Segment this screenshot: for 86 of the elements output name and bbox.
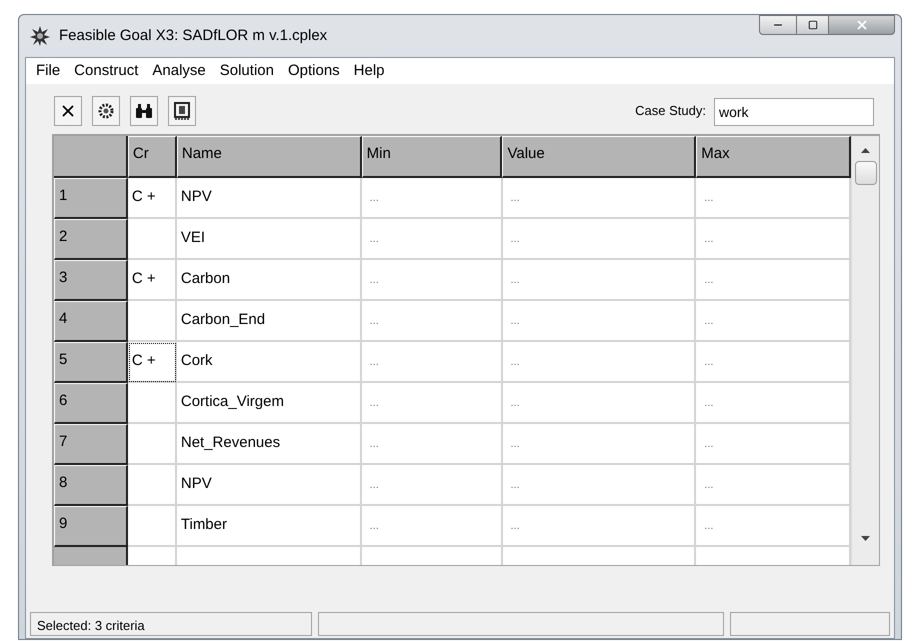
criterion-cell[interactable] <box>128 424 177 465</box>
value-cell: ... <box>502 424 696 465</box>
value-cell: ... <box>502 260 696 301</box>
max-cell: ... <box>696 424 852 465</box>
max-cell: ... <box>696 506 852 547</box>
value-cell: ... <box>502 506 696 547</box>
max-cell: ... <box>696 383 852 424</box>
row-header[interactable]: 7 <box>54 424 128 465</box>
row-header[interactable]: 9 <box>54 506 128 547</box>
criterion-cell[interactable]: C + <box>128 178 177 219</box>
name-cell: Net_Revenues <box>176 424 362 465</box>
name-cell: Carbon <box>176 260 362 301</box>
case-study-field[interactable]: work <box>714 98 874 126</box>
row-header[interactable]: 5 <box>54 342 128 383</box>
value-cell: ... <box>502 219 696 260</box>
film-icon <box>174 102 190 120</box>
menu-item[interactable]: Options <box>282 60 346 82</box>
name-cell: Cork <box>176 342 362 383</box>
criterion-cell[interactable] <box>128 383 177 424</box>
max-cell: ... <box>696 178 852 219</box>
row-header[interactable]: 3 <box>54 260 128 301</box>
criterion-cell[interactable]: C + <box>128 342 177 383</box>
scroll-down-arrow-icon <box>861 536 870 541</box>
menu-item[interactable]: Solution <box>214 60 280 82</box>
min-cell: ... <box>362 342 502 383</box>
criterion-cell[interactable]: C + <box>128 260 177 301</box>
column-header[interactable]: Max <box>696 136 852 178</box>
name-cell: NPV <box>176 178 362 219</box>
case-study-label: Case Study: <box>635 102 706 120</box>
max-cell: ... <box>696 465 852 506</box>
menu-item[interactable]: File <box>30 60 66 82</box>
name-cell: NPV <box>176 465 362 506</box>
criterion-cell[interactable] <box>128 301 177 342</box>
min-cell: ... <box>362 178 502 219</box>
scroll-up-arrow-icon <box>861 148 870 153</box>
close-icon <box>854 18 868 32</box>
max-cell: ... <box>696 219 852 260</box>
toolbar-button[interactable] <box>92 96 120 126</box>
criterion-cell[interactable] <box>128 465 177 506</box>
row-header[interactable]: 2 <box>54 219 128 260</box>
value-cell: ... <box>502 301 696 342</box>
vertical-scrollbar[interactable] <box>851 136 879 565</box>
maximize-button[interactable] <box>797 15 829 35</box>
min-cell: ... <box>362 219 502 260</box>
row-header[interactable]: 6 <box>54 383 128 424</box>
binoculars-icon <box>135 103 153 119</box>
column-header[interactable]: Name <box>176 136 362 178</box>
min-cell: ... <box>362 506 502 547</box>
name-cell: Carbon_End <box>176 301 362 342</box>
menu-item[interactable]: Help <box>348 60 391 82</box>
value-cell: ... <box>502 178 696 219</box>
max-cell: ... <box>696 342 852 383</box>
max-cell: ... <box>696 301 852 342</box>
status-text: Selected: 3 criteria <box>30 612 312 636</box>
criterion-cell[interactable] <box>128 506 177 547</box>
toolbar-button[interactable] <box>54 96 82 126</box>
name-cell: VEI <box>176 219 362 260</box>
criterion-cell[interactable] <box>128 219 177 260</box>
row-header[interactable]: 8 <box>54 465 128 506</box>
value-cell: ... <box>502 465 696 506</box>
window-title: Feasible Goal X3: SADfLOR m v.1.cplex <box>59 26 328 46</box>
name-cell: Cortica_Virgem <box>176 383 362 424</box>
app-star-icon <box>29 25 51 47</box>
name-cell: Timber <box>176 506 362 547</box>
toolbar-button[interactable] <box>130 96 158 126</box>
column-header[interactable]: Min <box>362 136 502 178</box>
maximize-icon <box>808 20 818 30</box>
value-cell: ... <box>502 383 696 424</box>
toolbar-button[interactable] <box>168 96 196 126</box>
min-cell: ... <box>362 260 502 301</box>
column-header[interactable]: Value <box>502 136 696 178</box>
value-cell: ... <box>502 342 696 383</box>
close-button[interactable] <box>829 15 895 35</box>
menu-item[interactable]: Analyse <box>146 60 212 82</box>
scroll-thumb[interactable] <box>854 161 877 185</box>
min-cell: ... <box>362 301 502 342</box>
menu-item[interactable]: Construct <box>68 60 144 82</box>
min-cell: ... <box>362 465 502 506</box>
minimize-button[interactable] <box>759 15 797 35</box>
max-cell: ... <box>696 260 852 301</box>
row-header[interactable]: 1 <box>54 178 128 219</box>
row-header[interactable]: 4 <box>54 301 128 342</box>
column-header[interactable]: Cr <box>128 136 177 178</box>
gear-icon <box>97 102 115 120</box>
min-cell: ... <box>362 383 502 424</box>
min-cell: ... <box>362 424 502 465</box>
